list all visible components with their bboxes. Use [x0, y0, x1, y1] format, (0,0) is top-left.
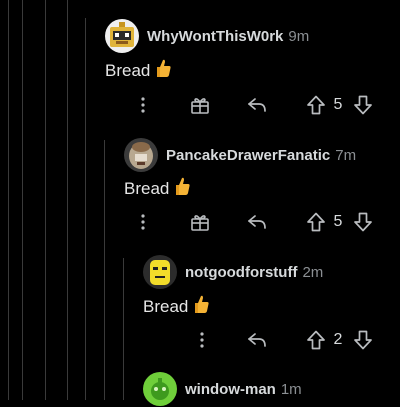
upvote-arrow-icon[interactable]: [305, 210, 327, 234]
comment-body: Bread: [143, 294, 210, 319]
comment-header: notgoodforstuff 2m: [143, 254, 323, 290]
reply-arrow-icon[interactable]: [246, 210, 268, 234]
vote-count: 5: [333, 213, 343, 230]
downvote-arrow-icon[interactable]: [352, 93, 374, 117]
comment-header: window-man 1m: [143, 371, 302, 407]
comment-text: Bread: [143, 296, 189, 316]
comment-body: Bread: [124, 176, 191, 201]
comment-actions: 5: [0, 210, 400, 234]
thread-line: [104, 140, 105, 400]
more-vertical-icon[interactable]: [136, 210, 150, 234]
more-vertical-icon[interactable]: [195, 328, 209, 352]
thumbs-up-emoji: [175, 176, 191, 201]
comment-author[interactable]: PancakeDrawerFanatic: [166, 147, 330, 164]
downvote-arrow-icon[interactable]: [352, 328, 374, 352]
robot-box-avatar[interactable]: [105, 19, 139, 53]
comment-header: PancakeDrawerFanatic 7m: [124, 137, 356, 173]
comment-author[interactable]: notgoodforstuff: [185, 264, 297, 281]
comment-text: Bread: [124, 178, 170, 198]
vote-count: 2: [333, 331, 343, 348]
gift-award-icon[interactable]: [189, 93, 211, 117]
reply-arrow-icon[interactable]: [246, 93, 268, 117]
upvote-arrow-icon[interactable]: [305, 93, 327, 117]
comment-author[interactable]: WhyWontThisW0rk: [147, 28, 283, 45]
comment-timestamp: 2m: [302, 263, 324, 281]
comment-actions: 2: [0, 328, 400, 352]
comment-actions: 5: [0, 93, 400, 117]
comment-text: Bread: [105, 60, 151, 80]
comment-header: WhyWontThisW0rk 9m: [105, 18, 309, 54]
reply-arrow-icon[interactable]: [246, 328, 268, 352]
more-vertical-icon[interactable]: [136, 93, 150, 117]
upvote-arrow-icon[interactable]: [305, 328, 327, 352]
comment-timestamp: 1m: [280, 380, 302, 398]
yellow-face-avatar[interactable]: [143, 255, 177, 289]
pancake-avatar[interactable]: [124, 138, 158, 172]
vote-count: 5: [333, 96, 343, 113]
gift-award-icon[interactable]: [189, 210, 211, 234]
thumbs-up-emoji: [156, 58, 172, 83]
comment-author[interactable]: window-man: [185, 381, 276, 398]
comment-timestamp: 9m: [288, 27, 310, 45]
green-blob-avatar[interactable]: [143, 372, 177, 406]
thumbs-up-emoji: [194, 294, 210, 319]
downvote-arrow-icon[interactable]: [352, 210, 374, 234]
comment-timestamp: 7m: [335, 146, 357, 164]
comment-body: Bread: [105, 58, 172, 83]
